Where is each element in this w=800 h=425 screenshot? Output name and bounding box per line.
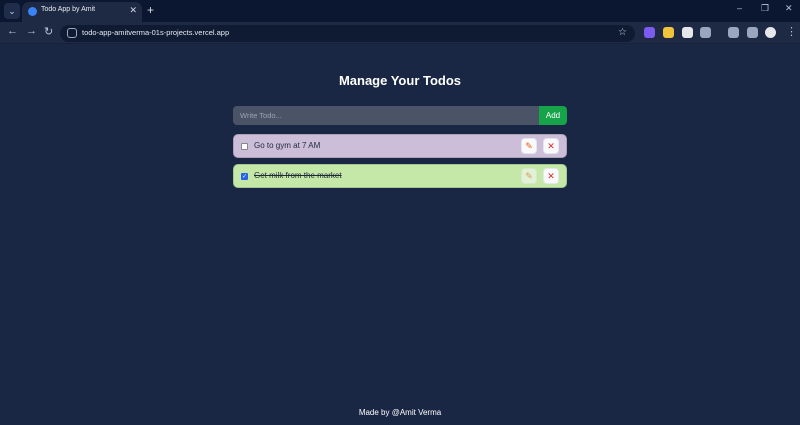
tab-title: Todo App by Amit [41, 6, 96, 13]
bookmark-star-icon[interactable]: ☆ [618, 27, 627, 38]
extension-icon[interactable] [644, 27, 655, 38]
forward-icon[interactable]: → [26, 25, 37, 37]
pencil-icon[interactable]: ✎ [521, 138, 537, 154]
menu-dots-icon[interactable]: ⋮ [786, 25, 797, 38]
pencil-icon[interactable]: ✎ [521, 168, 537, 184]
todo-checkbox[interactable] [241, 143, 248, 150]
todo-input[interactable] [233, 106, 539, 125]
extension-icon[interactable] [663, 27, 674, 38]
reload-icon[interactable]: ↻ [44, 25, 53, 38]
browser-toolbar: ← → ↻ todo-app-amitverma-01s-projects.ve… [0, 22, 800, 44]
profile-avatar-icon[interactable] [765, 27, 776, 38]
tab-search-icon[interactable]: ⌄ [4, 3, 20, 19]
download-icon[interactable] [747, 27, 758, 38]
todo-text: Go to gym at 7 AM [254, 141, 321, 150]
url-text: todo-app-amitverma-01s-projects.vercel.a… [82, 28, 230, 37]
site-info-icon[interactable] [67, 28, 77, 38]
minimize-icon[interactable]: – [737, 3, 742, 13]
todo-checkbox[interactable]: ✓ [241, 173, 248, 180]
window-close-icon[interactable]: ✕ [785, 3, 793, 14]
tab-groups-icon[interactable] [728, 27, 739, 38]
close-icon[interactable]: ✕ [543, 168, 559, 184]
tab-favicon-icon [28, 7, 37, 16]
browser-tab[interactable]: Todo App by Amit ✕ [22, 2, 142, 22]
tab-close-icon[interactable]: ✕ [129, 5, 137, 16]
address-bar[interactable]: todo-app-amitverma-01s-projects.vercel.a… [60, 25, 635, 42]
add-button[interactable]: Add [539, 106, 567, 125]
restore-icon[interactable]: ❐ [761, 3, 769, 14]
close-icon[interactable]: ✕ [543, 138, 559, 154]
new-tab-icon[interactable]: + [147, 3, 154, 17]
todo-item: Go to gym at 7 AM ✎ ✕ [233, 134, 567, 158]
todo-item: ✓ Get milk from the market ✎ ✕ [233, 164, 567, 188]
extensions-puzzle-icon[interactable] [700, 27, 711, 38]
back-icon[interactable]: ← [7, 25, 18, 37]
todo-form: Add [233, 106, 567, 125]
todo-text: Get milk from the market [254, 171, 342, 180]
browser-tab-bar: ⌄ Todo App by Amit ✕ + – ❐ ✕ [0, 0, 800, 22]
page-title: Manage Your Todos [338, 73, 462, 88]
footer-credit: Made by @Amit Verma [358, 408, 442, 417]
extension-icon[interactable] [682, 27, 693, 38]
